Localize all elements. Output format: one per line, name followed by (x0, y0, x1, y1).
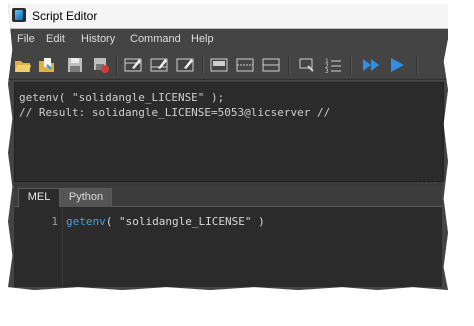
save-script-icon[interactable] (66, 56, 84, 74)
output-line: // Result: solidangle_LICENSE=5053@licse… (19, 106, 331, 119)
code-keyword: getenv (66, 215, 106, 228)
show-history-only-icon[interactable] (210, 56, 228, 74)
clear-input-icon[interactable] (150, 56, 168, 74)
echo-all-commands-icon[interactable] (298, 56, 316, 74)
menu-file[interactable]: File (17, 33, 35, 45)
history-output-panel[interactable]: getenv( "solidangle_LICENSE" ); // Resul… (14, 82, 444, 182)
clear-history-icon[interactable] (124, 56, 142, 74)
menu-bar: File Edit History Command Help (8, 29, 448, 49)
save-selected-to-shelf-icon[interactable] (92, 56, 110, 74)
tab-mel[interactable]: MEL (18, 188, 60, 207)
source-script-icon[interactable] (38, 56, 56, 74)
tab-python[interactable]: Python (60, 188, 112, 207)
maya-app-icon (12, 8, 26, 22)
script-editor-window: Script Editor File Edit History Command … (8, 4, 448, 290)
menu-command[interactable]: Command (130, 33, 181, 45)
tab-bar: MEL Python (14, 186, 442, 207)
script-input-editor[interactable]: 1 getenv( "solidangle_LICENSE" ) (14, 207, 442, 287)
svg-text:3: 3 (325, 68, 329, 74)
show-line-numbers-icon[interactable]: 1 2 3 (324, 56, 342, 74)
menu-help[interactable]: Help (191, 33, 214, 45)
menu-edit[interactable]: Edit (46, 33, 65, 45)
execute-all-icon[interactable] (362, 56, 380, 74)
title-bar[interactable]: Script Editor (8, 4, 448, 29)
window-title: Script Editor (32, 9, 98, 23)
open-script-icon[interactable] (14, 56, 32, 74)
toolbar: 1 2 3 (8, 49, 448, 80)
code-arguments: ( "solidangle_LICENSE" ) (105, 215, 265, 228)
show-input-only-icon[interactable] (262, 56, 280, 74)
code-line[interactable]: getenv( "solidangle_LICENSE" ) (66, 215, 265, 228)
line-number-gutter: 1 (14, 207, 63, 287)
clear-all-icon[interactable] (176, 56, 194, 74)
menu-history[interactable]: History (81, 33, 115, 45)
output-line: getenv( "solidangle_LICENSE" ); (19, 91, 225, 104)
show-both-icon[interactable] (236, 56, 254, 74)
execute-icon[interactable] (388, 56, 406, 74)
line-number: 1 (51, 215, 58, 228)
